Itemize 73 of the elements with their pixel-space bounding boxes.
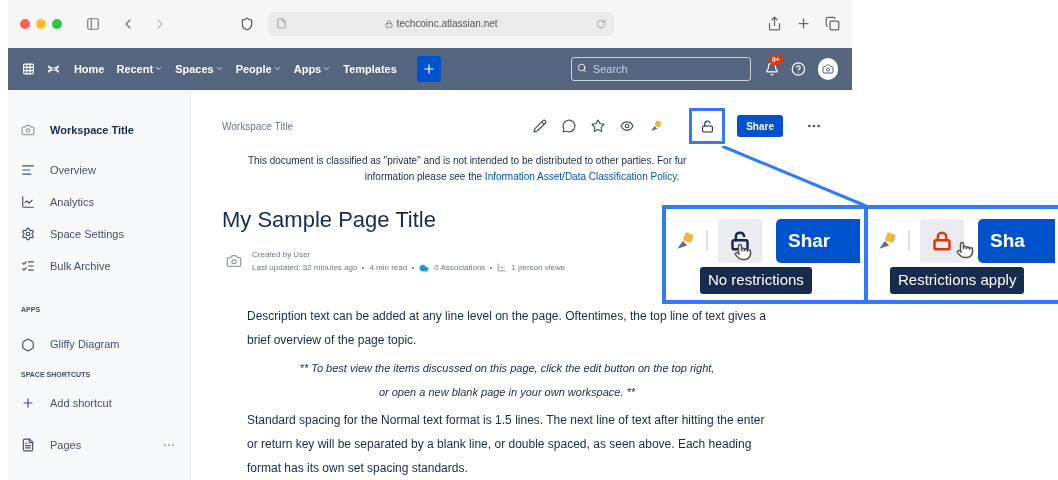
tooltip: No restrictions: [700, 267, 812, 294]
cloud-icon: [419, 262, 430, 273]
created-by-text: Created by User: [252, 249, 312, 261]
restrictions-button[interactable]: [718, 219, 762, 263]
sidebar-item[interactable]: Space Settings: [21, 225, 176, 243]
nav-menu-item[interactable]: Recent: [116, 60, 164, 78]
unlocked-icon: [700, 119, 714, 133]
notice-text: This document is classified as "private" and is not intended to be distributed to other parties. For fur: [247, 154, 688, 168]
last-updated-text: Last updated: 32 minutes ago: [252, 262, 358, 274]
body-text: Description text can be added at any line level on the page. Oftentimes, the top line of text gives a brief overview of the page topic.: [247, 308, 767, 349]
star-icon[interactable]: [591, 119, 606, 133]
add-shortcut-link[interactable]: Add shortcut: [21, 394, 112, 412]
share-button[interactable]: Sha: [978, 219, 1055, 263]
locked-icon: [932, 231, 952, 251]
hand-cursor-icon: [956, 241, 974, 259]
share-button[interactable]: Shar: [776, 219, 861, 263]
help-icon[interactable]: [790, 60, 806, 77]
body-text: Standard spacing for the Normal text format is 1.5 lines. The next line of text after hitting the enter or return key will be separated by a blank line, or double spaced, as seen above. Each heading format has its own set spacing standards.: [247, 412, 766, 477]
create-button[interactable]: [416, 55, 441, 82]
tabs-icon[interactable]: [825, 16, 840, 32]
address-bar[interactable]: techcoinc.atlassian.net: [268, 11, 614, 36]
sidebar-item[interactable]: Analytics: [21, 193, 176, 211]
nav-menu-item[interactable]: Spaces: [175, 60, 224, 78]
share-icon[interactable]: [767, 16, 782, 32]
chart-icon: [21, 195, 35, 209]
app-switcher-icon[interactable]: [22, 61, 35, 76]
page-title: My Sample Page Title: [222, 206, 437, 234]
plus-icon: [421, 61, 436, 76]
note-text: ** To best view the items discussed on this page, click the edit button on the top right, or open a new blank page in your own workspace. **: [298, 361, 716, 400]
pages-icon: [21, 438, 35, 452]
hand-cursor-icon: [734, 243, 752, 261]
sidebar-item[interactable]: Bulk Archive: [21, 257, 176, 275]
pin-icon[interactable]: [649, 119, 664, 133]
shield-icon[interactable]: [240, 16, 254, 31]
breadcrumb[interactable]: Workspace Title: [222, 118, 293, 134]
avatar[interactable]: [817, 57, 838, 80]
app-icon: [21, 337, 35, 352]
search-icon: [576, 63, 587, 74]
pin-icon[interactable]: [876, 230, 898, 252]
space-title[interactable]: Workspace Title: [50, 121, 134, 139]
camera-icon: [821, 62, 834, 75]
unlocked-icon: [730, 231, 750, 251]
notifications-icon[interactable]: [764, 61, 779, 76]
pin-icon[interactable]: [674, 230, 696, 252]
chart-icon: [497, 263, 507, 272]
search-field[interactable]: Search: [570, 57, 751, 82]
page-icon: [276, 18, 287, 30]
sidebar-item[interactable]: Gliffy Diagram: [21, 335, 120, 354]
checklist-icon: [21, 259, 35, 273]
read-time-text: 4 min read: [369, 262, 408, 274]
nav-menu-item[interactable]: People: [235, 60, 282, 78]
nav-menu-item[interactable]: Templates: [343, 60, 397, 78]
settings-icon: [21, 227, 35, 241]
sidebar-icon[interactable]: [86, 16, 100, 31]
sidebar-item[interactable]: Overview: [21, 161, 176, 179]
nav-menu-item[interactable]: Apps: [293, 60, 332, 78]
nav-menu-item[interactable]: Home: [73, 60, 105, 78]
notice-text: information please see the Information Asset/Data Classification Policy.: [364, 170, 680, 184]
edit-icon[interactable]: [533, 119, 548, 133]
share-button[interactable]: Share: [737, 115, 783, 137]
author-avatar-icon: [226, 253, 242, 269]
tooltip: Restrictions apply: [890, 267, 1025, 294]
plus-icon: [21, 396, 35, 410]
space-icon: [21, 123, 35, 137]
lines-icon: [21, 163, 35, 177]
comment-icon[interactable]: [562, 119, 577, 133]
sidebar-item[interactable]: Pages: [21, 436, 82, 454]
associations-text[interactable]: 0 Associations: [434, 261, 486, 274]
viewers-text[interactable]: 1 person viewe: [511, 261, 566, 274]
new-tab-icon[interactable]: [796, 16, 811, 32]
url-text: techcoinc.atlassian.net: [396, 17, 498, 32]
lock-icon: [385, 19, 394, 28]
watch-icon[interactable]: [620, 119, 635, 133]
